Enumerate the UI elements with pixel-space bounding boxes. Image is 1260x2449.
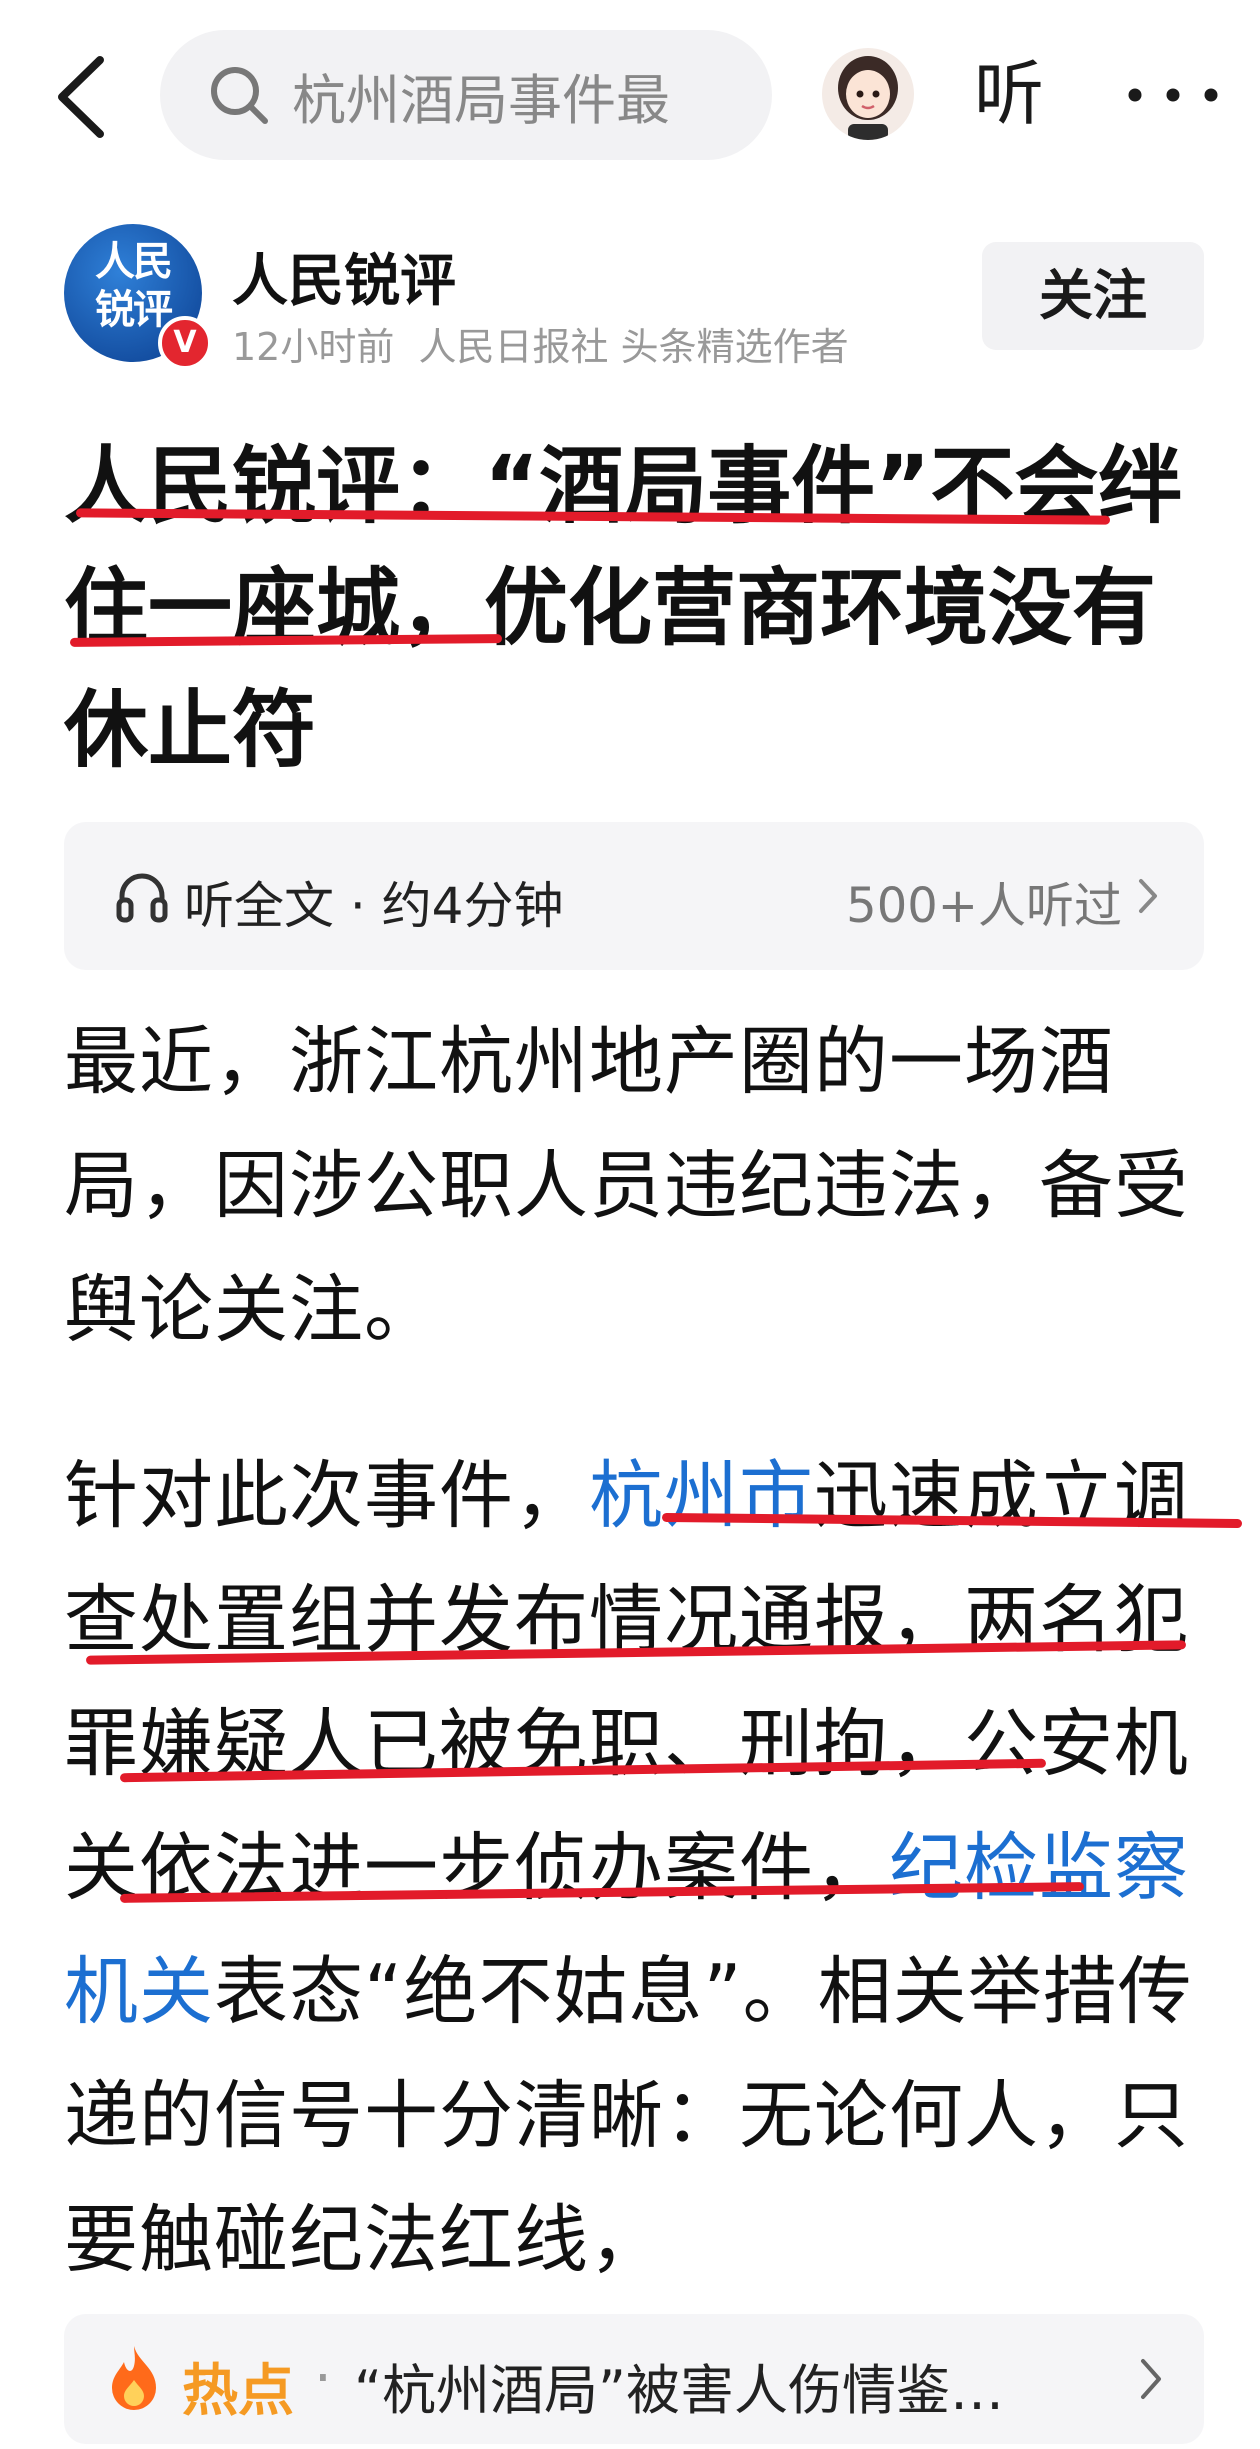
article-paragraph: 针对此次事件，杭州市迅速成立调查处置组并发布情况通报，两名犯罪嫌疑人已被免职、刑… — [64, 1434, 1204, 2302]
avatar-illustration-icon — [838, 56, 898, 140]
article-paragraph: 最近，浙江杭州地产圈的一场酒局，因涉公职人员违纪违法，备受舆论关注。 — [64, 1019, 1189, 1353]
author-org: 人民日报社 — [418, 325, 609, 369]
search-query-text: 杭州酒局事件最 — [292, 68, 670, 132]
listen-label: 听全文 · 约4分钟 — [184, 877, 564, 935]
headphones-icon — [116, 873, 168, 923]
article-headline: 人民锐评：“酒局事件”不会绊住一座城，优化营商环境没有休止符 — [64, 437, 1183, 779]
hot-topic-bar[interactable]: 热点 · “杭州酒局”被害人伤情鉴… — [64, 2314, 1204, 2444]
post-time: 12小时前 — [232, 325, 395, 369]
avatar[interactable] — [822, 48, 914, 140]
follow-button[interactable]: 关注 — [982, 242, 1204, 350]
verified-badge: V — [158, 316, 212, 370]
hot-topic-text: “杭州酒局”被害人伤情鉴… — [354, 2359, 1004, 2422]
fire-icon — [112, 2346, 156, 2410]
paragraph-text: 针对此次事件， — [64, 1453, 589, 1539]
author-meta: 12小时前 人民日报社 头条精选作者 — [232, 316, 849, 371]
hot-label: 热点 — [182, 2359, 294, 2424]
chevron-right-icon — [1141, 2359, 1161, 2399]
author-name[interactable]: 人民锐评 — [232, 236, 456, 317]
hot-separator: · — [314, 2346, 332, 2411]
listen-full-text-panel[interactable]: 听全文 · 约4分钟 500+人听过 — [64, 822, 1204, 970]
chevron-right-icon — [1139, 879, 1157, 913]
search-input[interactable]: 杭州酒局事件最 — [160, 30, 772, 160]
link-hangzhou[interactable]: 杭州市 — [589, 1453, 814, 1539]
more-icon[interactable] — [1120, 70, 1226, 120]
author-role: 头条精选作者 — [620, 325, 849, 369]
listen-button[interactable]: 听 — [974, 48, 1044, 140]
search-icon — [211, 67, 268, 124]
listen-count: 500+人听过 — [846, 878, 1122, 934]
back-chevron-icon[interactable] — [48, 52, 118, 142]
paragraph-text: 表态“绝不姑息”。相关举措传递的信号十分清晰：无论何人，只要触碰纪法红线， — [64, 1949, 1193, 2283]
